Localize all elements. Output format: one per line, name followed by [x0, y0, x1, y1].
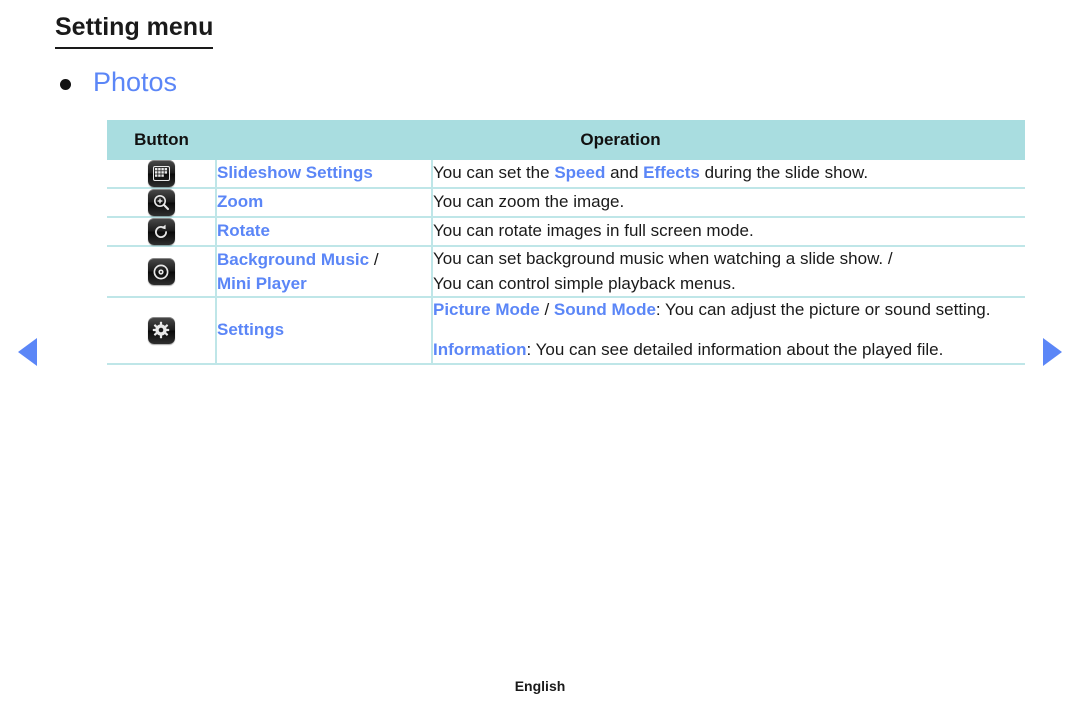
op-highlight-sound-mode: Sound Mode [553, 300, 656, 320]
slideshow-settings-icon [147, 160, 175, 187]
table-row: Slideshow Settings You can set the Speed… [107, 160, 1026, 189]
row-icon-cell [107, 246, 217, 299]
op-text-part: and [605, 163, 644, 183]
section-title: Photos [93, 67, 178, 97]
op-separator: / [539, 300, 554, 320]
table-row: Background Music / Mini Player You can s… [107, 246, 1026, 299]
row-icon-cell [107, 297, 217, 365]
section-heading: Photos [60, 67, 178, 98]
row-icon-cell [107, 160, 217, 189]
row-label-zoom: Zoom [216, 188, 433, 218]
column-header-button: Button [107, 120, 216, 160]
table-row: Rotate You can rotate images in full scr… [107, 217, 1026, 247]
label-separator: / [369, 249, 379, 269]
op-highlight-information: Information [433, 339, 527, 359]
table-row: Zoom You can zoom the image. [107, 188, 1026, 218]
row-operation-rotate: You can rotate images in full screen mod… [432, 217, 1026, 247]
row-label-rotate: Rotate [216, 217, 433, 247]
bullet-icon [60, 79, 71, 91]
row-operation-slideshow-settings: You can set the Speed and Effects during… [432, 160, 1026, 189]
row-label-part-background-music: Background Music [217, 249, 370, 269]
op-text-part: You can control simple playback menus. [433, 273, 736, 293]
table-header-row: Button Operation [107, 120, 1026, 160]
settings-gear-icon [147, 316, 175, 344]
row-operation-settings: Picture Mode / Sound Mode: You can adjus… [432, 297, 1026, 365]
op-highlight-speed: Speed [554, 163, 606, 183]
next-page-arrow-icon[interactable] [1043, 338, 1062, 366]
footer-language-label: English [514, 678, 566, 694]
row-operation-background-music: You can set background music when watchi… [432, 246, 1026, 299]
row-label-settings: Settings [216, 297, 433, 365]
button-operation-table: Button Operation Slideshow Settings You … [107, 120, 1026, 365]
page-title: Setting menu [55, 13, 214, 49]
op-text-part: You can set the [433, 163, 555, 183]
zoom-in-icon [147, 189, 175, 216]
op-highlight-picture-mode: Picture Mode [433, 300, 540, 320]
op-text-part: You can rotate images in full screen mod… [433, 221, 754, 241]
row-icon-cell [107, 217, 217, 247]
row-label-part-mini-player: Mini Player [217, 273, 307, 293]
background-music-icon [147, 258, 175, 286]
row-operation-zoom: You can zoom the image. [432, 188, 1026, 218]
column-header-operation: Operation [216, 120, 1026, 160]
op-text-part: : You can adjust the picture or sound se… [655, 300, 991, 320]
row-label-background-music: Background Music / Mini Player [216, 246, 433, 299]
row-label-slideshow-settings: Slideshow Settings [216, 160, 433, 189]
previous-page-arrow-icon[interactable] [18, 338, 37, 366]
row-icon-cell [107, 188, 217, 218]
op-text-part: You can zoom the image. [433, 192, 625, 212]
op-text-part: : You can see detailed information about… [526, 339, 944, 359]
op-text-part: during the slide show. [699, 163, 869, 183]
op-text-part: You can set background music when watchi… [433, 249, 893, 268]
op-highlight-effects: Effects [643, 163, 700, 183]
rotate-icon [147, 218, 175, 245]
table-row: Settings Picture Mode / Sound Mode: You … [107, 297, 1026, 365]
